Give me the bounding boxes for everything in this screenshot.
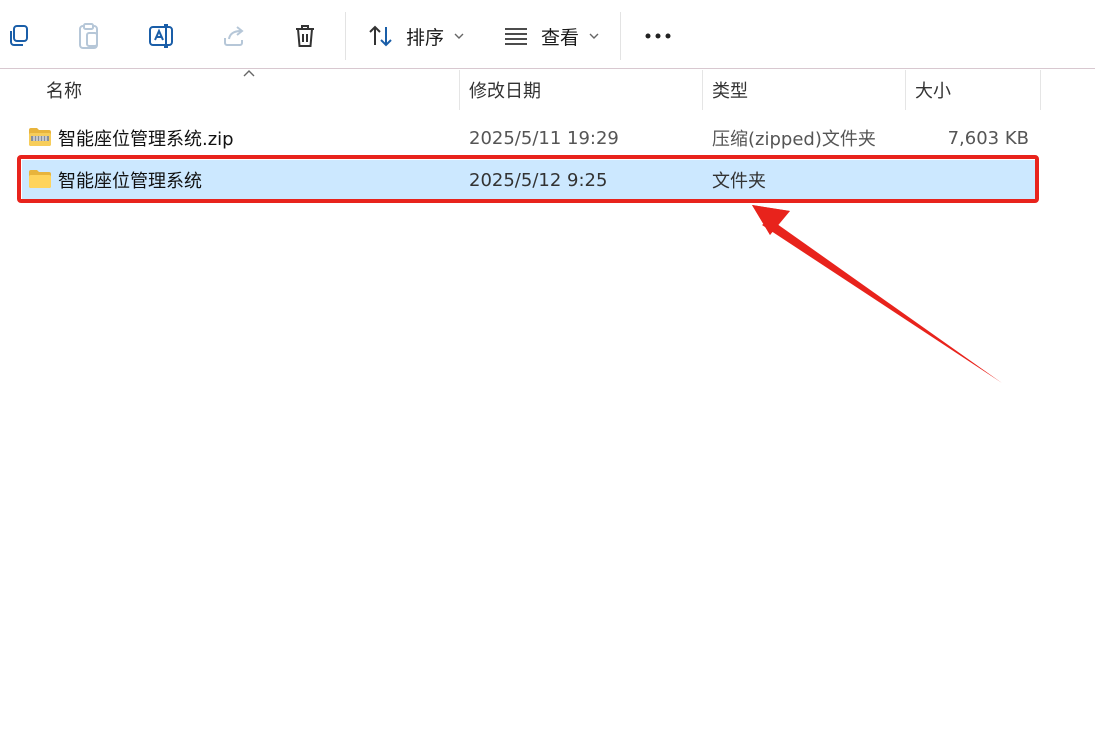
file-modified: 2025/5/11 19:29: [469, 127, 619, 149]
rename-icon: [149, 24, 173, 48]
share-button[interactable]: [216, 18, 252, 54]
more-icon: [645, 33, 671, 39]
column-divider[interactable]: [1040, 70, 1041, 110]
share-icon: [224, 26, 244, 46]
column-header-name-label: 名称: [46, 81, 82, 102]
column-header-size[interactable]: 大小: [915, 70, 1035, 110]
file-name: 智能座位管理系统.zip: [58, 129, 234, 150]
toolbar-separator: [345, 12, 346, 60]
copy-icon: [10, 25, 28, 46]
chevron-down-icon: [454, 33, 464, 39]
view-label: 查看: [541, 26, 580, 49]
column-divider[interactable]: [702, 70, 703, 110]
column-header-name[interactable]: 名称: [46, 70, 456, 110]
column-divider[interactable]: [905, 70, 906, 110]
column-header-type-label: 类型: [712, 81, 748, 102]
sort-button[interactable]: 排序: [368, 18, 464, 54]
sort-icon: [369, 25, 392, 47]
view-list-icon: [505, 28, 527, 45]
column-header-modified[interactable]: 修改日期: [469, 70, 699, 110]
view-button[interactable]: 查看: [503, 18, 599, 54]
file-row-zip[interactable]: 智能座位管理系统.zip 2025/5/11 19:29 压缩(zipped)文…: [22, 118, 1036, 158]
command-bar: 排序 查看: [0, 0, 1095, 69]
column-header-modified-label: 修改日期: [469, 81, 541, 102]
zip-folder-icon: [29, 128, 51, 146]
column-header-type[interactable]: 类型: [712, 70, 902, 110]
rename-button[interactable]: [143, 18, 179, 54]
column-header-size-label: 大小: [915, 81, 951, 102]
toolbar-separator: [620, 12, 621, 60]
chevron-down-icon: [589, 33, 599, 39]
trash-icon: [296, 25, 314, 47]
more-options-button[interactable]: [640, 18, 676, 54]
sort-label: 排序: [406, 26, 445, 49]
column-divider[interactable]: [459, 70, 460, 110]
paste-button[interactable]: [71, 18, 107, 54]
file-size: 7,603 KB: [947, 127, 1029, 149]
copy-button[interactable]: [0, 18, 36, 54]
delete-button[interactable]: [287, 18, 323, 54]
annotation-arrow-icon: [752, 205, 1002, 383]
clipboard-icon: [79, 23, 98, 49]
file-type: 压缩(zipped)文件夹: [712, 129, 876, 150]
